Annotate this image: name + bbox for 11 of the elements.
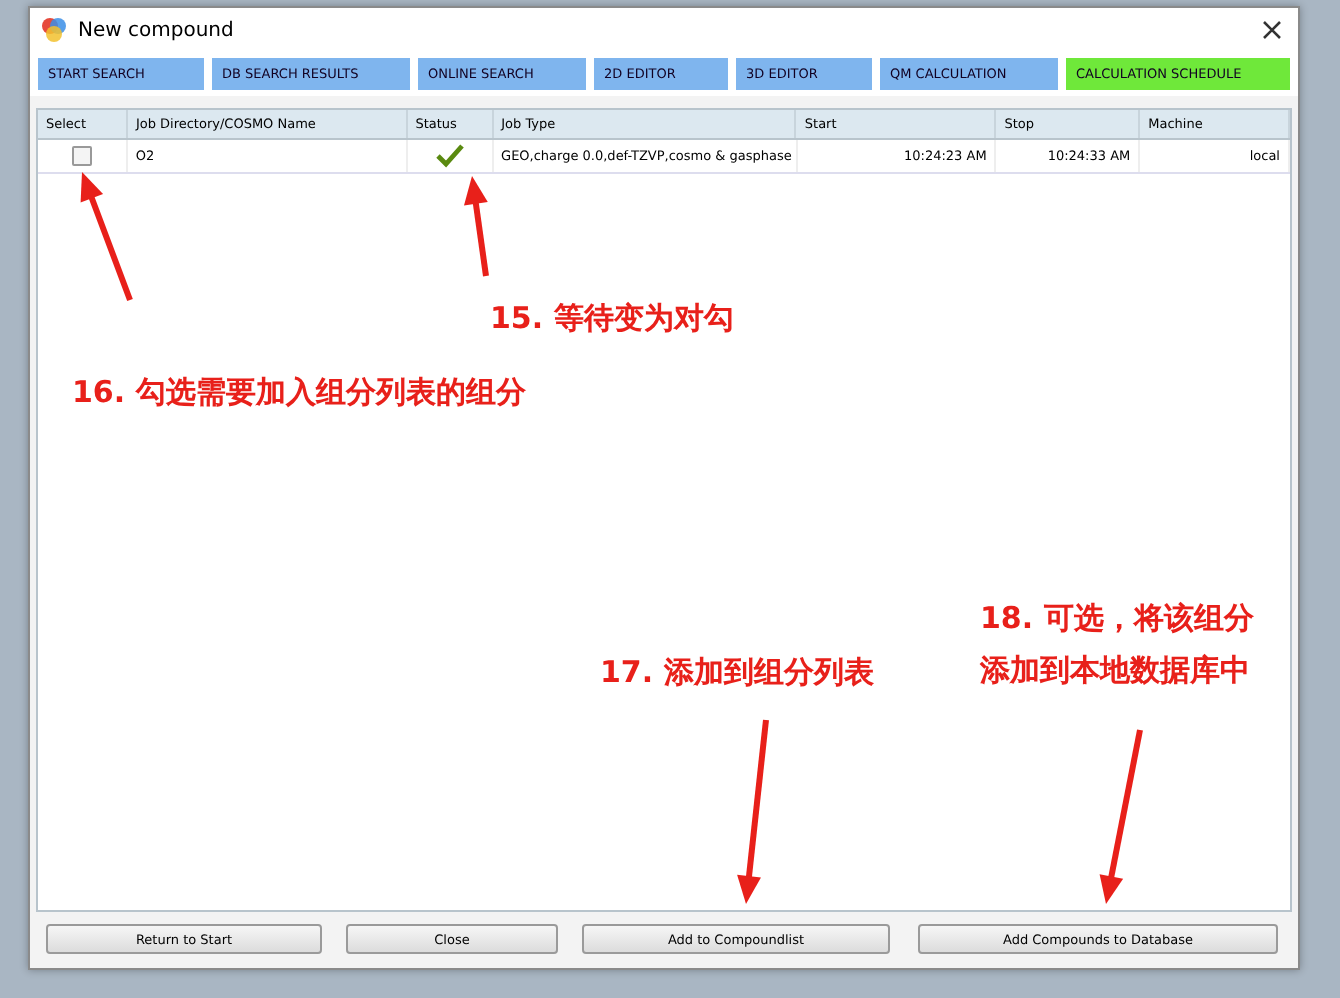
annotation-text: 18. 可选，将该组分 [980, 600, 1254, 638]
annotation-text: 添加到本地数据库中 [980, 652, 1250, 690]
annotation-text: 15. 等待变为对勾 [490, 300, 734, 338]
close-icon[interactable] [1262, 20, 1282, 40]
annotation-arrow [80, 172, 133, 302]
annotation-arrow [464, 176, 489, 277]
checkbox[interactable] [71, 146, 92, 166]
annotation-text: 16. 勾选需要加入组分列表的组分 [72, 374, 526, 412]
logo-icon [40, 16, 68, 44]
annotation-text: 17. 添加到组分列表 [600, 654, 874, 692]
window-title: New compound [78, 19, 236, 41]
